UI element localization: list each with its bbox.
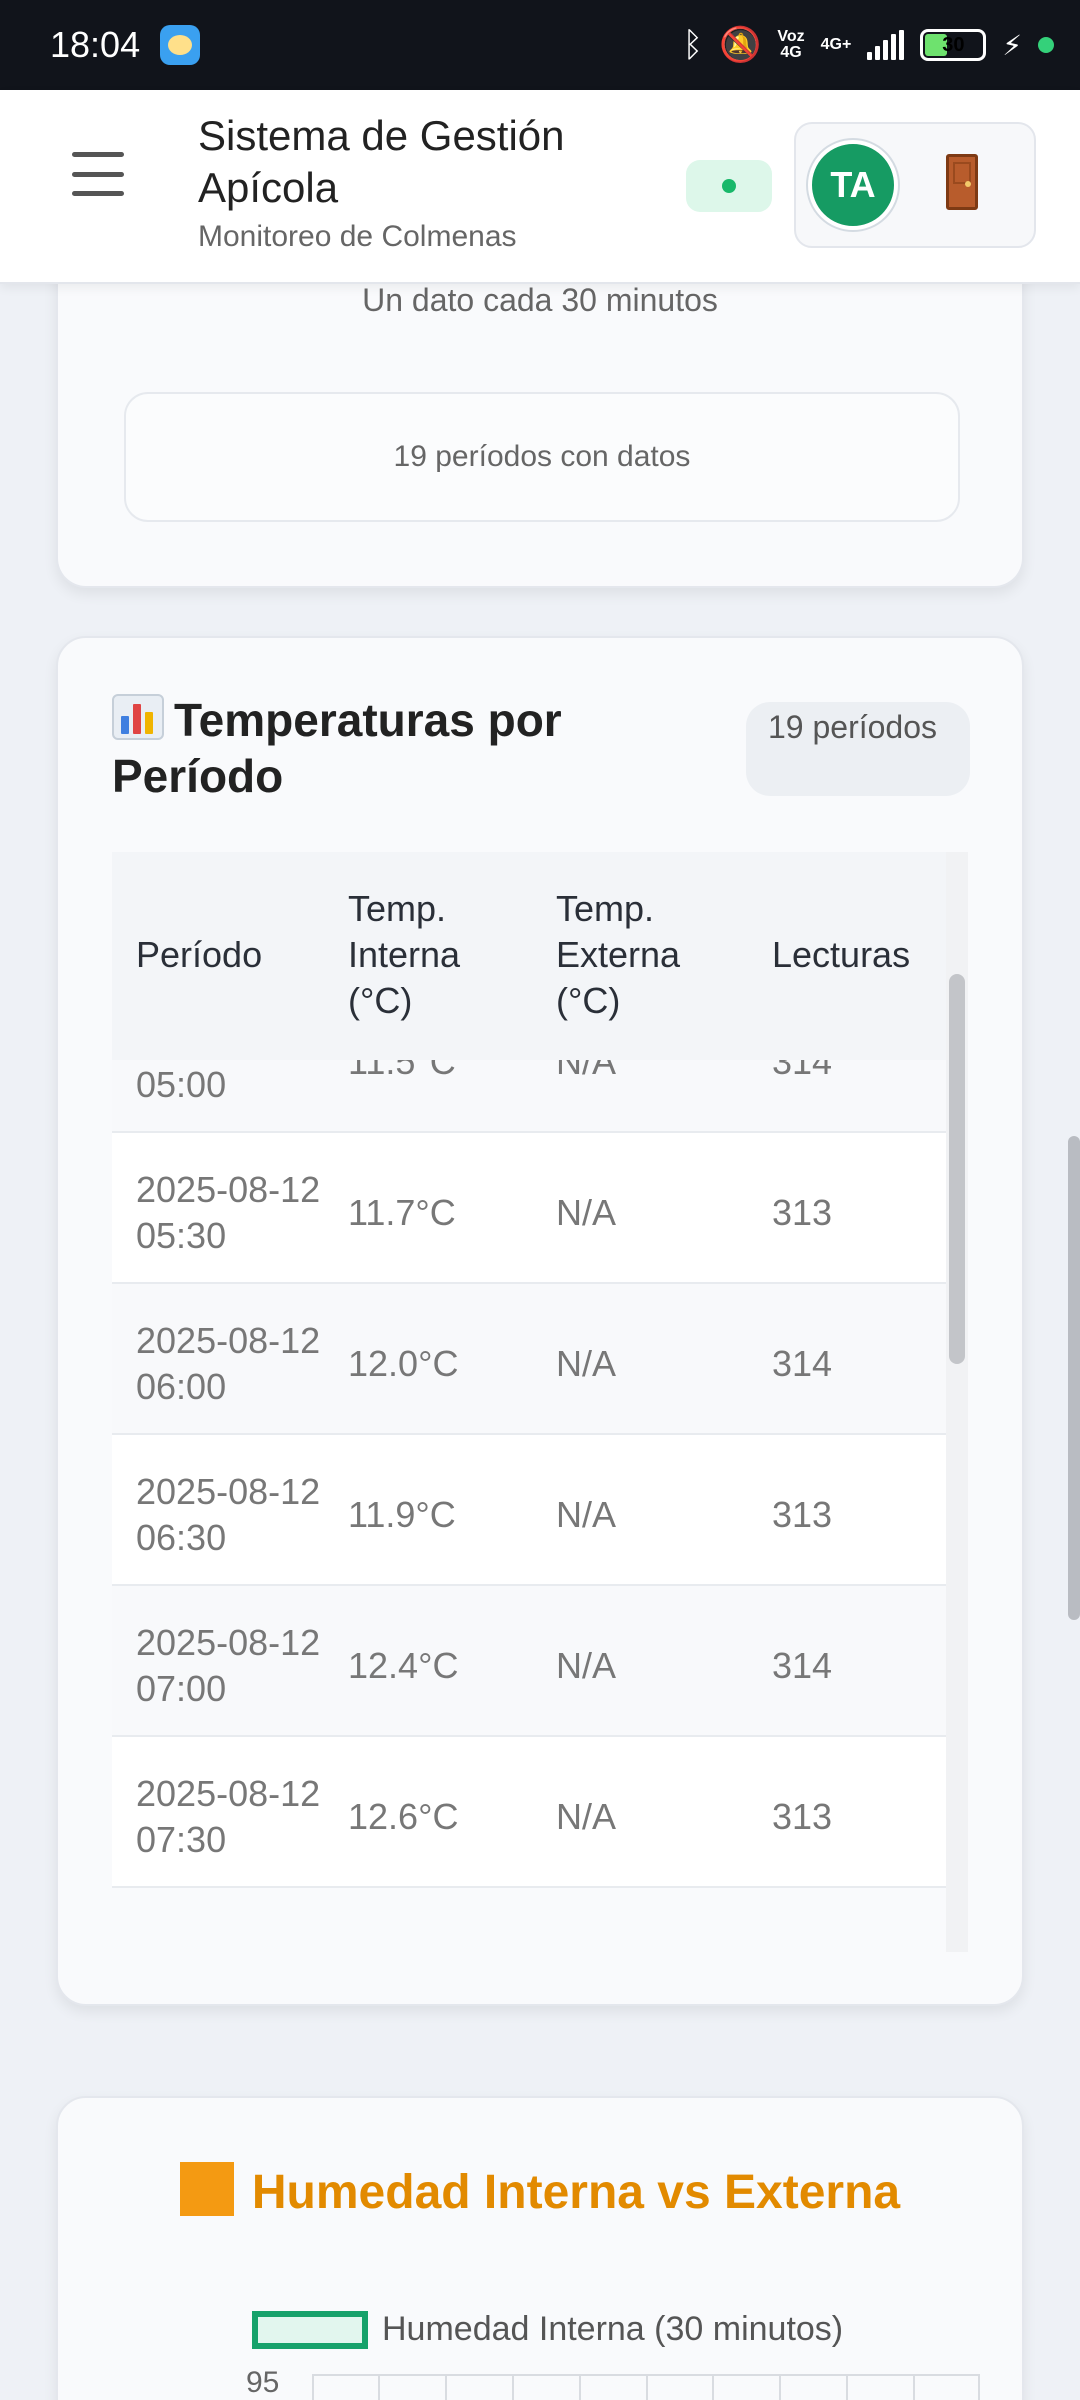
column-header-lecturas[interactable]: Lecturas <box>772 932 910 978</box>
cell-temp-interna: 12.4°C <box>348 1645 459 1686</box>
cell-temp-interna: 12.0°C <box>348 1343 459 1384</box>
table-row: 2025-08-12 06:00 12.0°C N/A 314 <box>112 1284 946 1435</box>
table-row: 2025-08-12 07:30 12.6°C N/A 313 <box>112 1737 946 1888</box>
table-body: 2025-08-12 05:00 11.5°C N/A 314 2025-08-… <box>112 982 946 1888</box>
volte-indicator: Voz 4G <box>777 28 805 61</box>
temperature-table-title: Temperaturas por Período <box>112 694 562 802</box>
periods-badge: 19 períodos <box>746 702 970 796</box>
vibrate-icon: 🔕 <box>719 26 762 64</box>
avatar[interactable]: TA <box>808 140 898 230</box>
chart-legend-item[interactable]: Humedad Interna (30 minutos) <box>252 2310 843 2349</box>
column-header-temp-externa[interactable]: Temp. Externa (°C) <box>556 886 736 1024</box>
cell-temp-externa: N/A <box>556 1343 617 1384</box>
temperature-table-card: Temperaturas por Período 19 períodos Per… <box>56 636 1024 2006</box>
legend-swatch <box>252 2310 368 2349</box>
cell-periodo: 2025-08-12 05:30 <box>136 1169 321 1256</box>
cell-periodo: 2025-08-12 07:30 <box>136 1773 321 1860</box>
network-type-indicator: 4G+ <box>820 36 852 53</box>
cell-lecturas: 314 <box>772 1645 833 1686</box>
status-bar: 18:04 ᛒ 🔕 Voz 4G 4G+ 30 ⚡ <box>0 0 1080 90</box>
cell-lecturas: 313 <box>772 1796 833 1837</box>
legend-label: Humedad Interna (30 minutos) <box>382 2310 844 2348</box>
cell-periodo: 2025-08-12 06:30 <box>136 1471 321 1558</box>
column-header-temp-interna[interactable]: Temp. Interna (°C) <box>348 886 528 1024</box>
cell-temp-interna: 11.9°C <box>348 1494 456 1535</box>
table-scrollbar-thumb[interactable] <box>949 974 965 1364</box>
cell-periodo: 2025-08-12 07:00 <box>136 1622 321 1709</box>
humidity-chart-title: Humedad Interna vs Externa <box>58 2162 1022 2220</box>
orange-square-icon <box>179 2162 234 2216</box>
table-row: 2025-08-12 05:30 11.7°C N/A 313 <box>112 1133 946 1284</box>
status-bar-right: ᛒ 🔕 Voz 4G 4G+ 30 ⚡ <box>683 28 1054 62</box>
cell-temp-externa: N/A <box>556 1796 617 1837</box>
cell-periodo: 2025-08-12 06:00 <box>136 1320 321 1407</box>
column-header-periodo[interactable]: Período <box>136 932 262 978</box>
cell-lecturas: 313 <box>772 1494 833 1535</box>
cell-lecturas: 314 <box>772 1343 833 1384</box>
notification-app-icon <box>160 25 201 65</box>
table-row: 2025-08-12 07:00 12.4°C N/A 314 <box>112 1586 946 1737</box>
y-axis-tick: 95 <box>246 2366 280 2399</box>
page-scrollbar[interactable] <box>1068 1136 1080 1620</box>
humidity-chart-card: Humedad Interna vs Externa Humedad Inter… <box>56 2096 1024 2400</box>
app-title: Sistema de Gestión Apícola <box>198 112 565 211</box>
signal-icon <box>867 30 905 60</box>
connection-status-badge <box>686 160 772 212</box>
charging-icon: ⚡ <box>1002 29 1022 61</box>
table-row: 2025-08-12 06:30 11.9°C N/A 313 <box>112 1435 946 1586</box>
table-scrollbar[interactable] <box>946 852 968 1952</box>
app-subtitle: Monitoreo de Colmenas <box>198 220 517 253</box>
bluetooth-icon: ᛒ <box>682 26 704 64</box>
cell-temp-externa: N/A <box>556 1192 617 1233</box>
app-header: Sistema de Gestión Apícola Monitoreo de … <box>0 90 1080 284</box>
cell-temp-externa: N/A <box>556 1645 617 1686</box>
periods-count-text: 19 períodos con datos <box>393 440 691 473</box>
hamburger-menu-icon[interactable] <box>72 152 124 196</box>
status-bar-left: 18:04 <box>50 24 201 66</box>
clock: 18:04 <box>50 24 141 65</box>
battery-icon: 30 <box>920 29 987 61</box>
cell-lecturas: 313 <box>772 1192 833 1233</box>
cell-temp-externa: N/A <box>556 1494 617 1535</box>
privacy-dot-icon <box>1038 37 1054 53</box>
cell-temp-interna: 11.7°C <box>348 1192 456 1233</box>
table-header: Período Temp. Interna (°C) Temp. Externa… <box>112 852 946 1060</box>
user-menu: TA <box>794 122 1036 248</box>
cell-temp-interna: 12.6°C <box>348 1796 459 1837</box>
online-dot-icon <box>722 179 736 193</box>
bar-chart-icon <box>112 694 164 740</box>
logout-door-icon[interactable] <box>946 154 978 210</box>
chart-grid <box>312 2374 980 2400</box>
temperature-table[interactable]: Período Temp. Interna (°C) Temp. Externa… <box>112 852 968 1952</box>
periods-count-box: 19 períodos con datos <box>124 392 960 522</box>
frequency-note: Un dato cada 30 minutos <box>362 282 718 318</box>
